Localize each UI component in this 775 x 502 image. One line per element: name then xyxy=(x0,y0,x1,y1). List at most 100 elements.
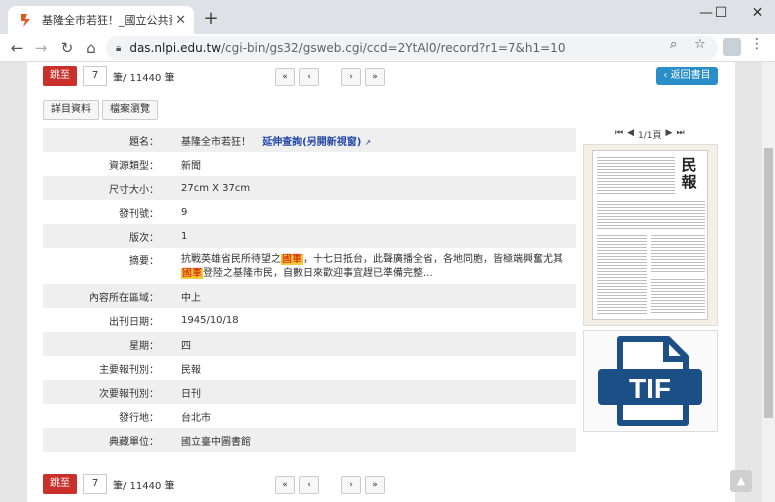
page-number-input[interactable]: 7 xyxy=(83,474,107,494)
prev-page-button[interactable]: ‹ xyxy=(299,68,319,86)
next-image-icon[interactable]: ▶ xyxy=(666,128,673,141)
zoom-icon[interactable]: ⌕ xyxy=(670,37,677,52)
scrollbar-thumb[interactable] xyxy=(764,148,773,418)
field-value: 中上 xyxy=(181,292,201,304)
scroll-to-top-button[interactable]: ▲ xyxy=(730,470,752,492)
forward-arrow-icon[interactable]: → xyxy=(30,37,52,59)
extension-icon[interactable] xyxy=(723,38,741,56)
field-label: 出刊日期： xyxy=(109,316,159,328)
extended-search-link[interactable]: 延伸查詢(另開新視窗) xyxy=(262,137,361,148)
tab-strip: 基隆全市若狂！_國立公共資訊圖 ✕ + — ☐ ✕ xyxy=(0,0,775,34)
reload-icon[interactable]: ↻ xyxy=(56,37,78,59)
top-nav-buttons: « ‹ › » xyxy=(275,68,389,86)
abstract-text: 登陸之基隆市民，自數日來歡迎事宜趕已準備完整... xyxy=(203,268,433,279)
jump-button[interactable]: 跳至 xyxy=(43,66,77,86)
back-label: 返回書目 xyxy=(670,70,711,81)
table-row: 典藏單位： 國立臺中圖書館 xyxy=(43,428,576,452)
url-text: das.nlpi.edu.tw/cgi-bin/gs32/gsweb.cgi/c… xyxy=(129,41,566,55)
external-link-icon: ↗ xyxy=(364,137,372,147)
table-row: 尺寸大小： 27cm X 37cm xyxy=(43,176,576,200)
search-highlight: 國軍 xyxy=(181,268,203,279)
table-row: 題名： 基隆全市若狂！ 延伸查詢(另開新視窗) ↗ xyxy=(43,128,576,152)
record-total: 筆/ 11440 筆 xyxy=(113,72,175,84)
field-label: 次要報刊別： xyxy=(99,388,159,400)
abstract-text: ，十七日抵台，此聲廣播全省，各地同胞，皆極端興奮尤其 xyxy=(303,254,563,265)
field-value: 民報 xyxy=(181,364,201,376)
field-label: 主要報刊別： xyxy=(99,364,159,376)
back-to-list-button[interactable]: ‹ 返回書目 xyxy=(656,67,718,85)
next-page-button[interactable]: › xyxy=(341,476,361,494)
newspaper-thumbnail[interactable]: 民報 xyxy=(592,150,708,320)
image-page-indicator: 1/1頁 xyxy=(638,131,662,141)
top-pager: 跳至 7 筆/ 11440 筆 xyxy=(43,66,175,86)
field-value: 基隆全市若狂！ 延伸查詢(另開新視窗) ↗ xyxy=(171,128,576,152)
home-icon[interactable]: ⌂ xyxy=(80,37,102,59)
table-row: 次要報刊別： 日刊 xyxy=(43,380,576,404)
field-value: 27cm X 37cm xyxy=(181,182,251,194)
record-metadata-table: 題名： 基隆全市若狂！ 延伸查詢(另開新視窗) ↗ 資源類型： 新聞 尺寸大小： 2… xyxy=(43,128,576,452)
page-viewport: 跳至 7 筆/ 11440 筆 « ‹ › » ‹ 返回書目 詳目資料 檔案瀏覽… xyxy=(0,62,762,502)
close-window-button[interactable]: ✕ xyxy=(740,0,775,28)
field-label: 摘要： xyxy=(129,256,159,267)
browser-tab[interactable]: 基隆全市若狂！_國立公共資訊圖 ✕ xyxy=(8,6,194,34)
page-number-input[interactable]: 7 xyxy=(83,66,107,86)
lock-icon: 🔒︎ xyxy=(116,42,122,54)
jump-button[interactable]: 跳至 xyxy=(43,474,77,494)
last-image-icon[interactable]: ⏭ xyxy=(676,128,684,141)
page-scrollbar[interactable] xyxy=(762,62,775,502)
table-row: 主要報刊別： 民報 xyxy=(43,356,576,380)
field-label: 題名： xyxy=(129,136,159,148)
last-page-button[interactable]: » xyxy=(365,68,385,86)
prev-page-button[interactable]: ‹ xyxy=(299,476,319,494)
abstract-text: 抗戰英雄省民所待望之 xyxy=(181,254,281,265)
title-value: 基隆全市若狂！ xyxy=(181,136,251,148)
chrome-menu-icon[interactable]: ⋮ xyxy=(750,36,764,52)
field-value: 四 xyxy=(181,340,191,352)
table-row: 發行地： 台北市 xyxy=(43,404,576,428)
field-value: 9 xyxy=(181,206,188,218)
field-value: 1 xyxy=(181,230,188,242)
field-label: 尺寸大小： xyxy=(109,184,159,196)
last-page-button[interactable]: » xyxy=(365,476,385,494)
table-row: 出刊日期： 1945/10/18 xyxy=(43,308,576,332)
field-label: 典藏單位： xyxy=(109,436,159,448)
browser-toolbar: ← → ↻ ⌂ 🔒︎ das.nlpi.edu.tw/cgi-bin/gs32/… xyxy=(0,34,775,62)
first-image-icon[interactable]: ⏮ xyxy=(615,128,623,141)
field-label: 資源類型： xyxy=(109,160,159,172)
field-label: 版次： xyxy=(129,232,159,244)
first-page-button[interactable]: « xyxy=(275,68,295,86)
image-pager: ⏮ ◀ 1/1頁 ▶ ⏭ xyxy=(615,128,685,141)
site-favicon-icon xyxy=(21,14,30,27)
tif-file-icon[interactable]: TIF xyxy=(594,335,706,427)
address-bar[interactable]: 🔒︎ das.nlpi.edu.tw/cgi-bin/gs32/gsweb.cg… xyxy=(106,36,718,60)
table-row: 摘要： 抗戰英雄省民所待望之國軍，十七日抵台，此聲廣播全省，各地同胞，皆極端興奮… xyxy=(43,248,576,284)
field-value: 新聞 xyxy=(181,160,201,172)
field-value: 1945/10/18 xyxy=(181,314,239,326)
bottom-pager: 跳至 7 筆/ 11440 筆 xyxy=(43,474,175,494)
record-panel: 跳至 7 筆/ 11440 筆 « ‹ › » ‹ 返回書目 詳目資料 檔案瀏覽… xyxy=(27,62,735,502)
table-row: 內容所在區域： 中上 xyxy=(43,284,576,308)
tif-label: TIF xyxy=(629,373,671,404)
bookmark-star-icon[interactable]: ☆ xyxy=(694,37,706,52)
abstract-value: 抗戰英雄省民所待望之國軍，十七日抵台，此聲廣播全省，各地同胞，皆極端興奮尤其國軍… xyxy=(171,248,576,284)
back-arrow-icon[interactable]: ← xyxy=(6,37,28,59)
field-value: 日刊 xyxy=(181,388,201,400)
maximize-button[interactable]: ☐ xyxy=(706,0,736,28)
tab-title: 基隆全市若狂！_國立公共資訊圖 xyxy=(42,14,172,27)
record-total: 筆/ 11440 筆 xyxy=(113,480,175,492)
first-page-button[interactable]: « xyxy=(275,476,295,494)
field-label: 發刊號： xyxy=(119,208,159,220)
bottom-nav-buttons: « ‹ › » xyxy=(275,476,389,494)
table-row: 資源類型： 新聞 xyxy=(43,152,576,176)
tab-detail[interactable]: 詳目資料 xyxy=(43,100,99,120)
search-highlight: 國軍 xyxy=(281,254,303,265)
next-page-button[interactable]: › xyxy=(341,68,361,86)
table-row: 版次： 1 xyxy=(43,224,576,248)
field-value: 國立臺中圖書館 xyxy=(181,436,251,448)
table-row: 發刊號： 9 xyxy=(43,200,576,224)
prev-image-icon[interactable]: ◀ xyxy=(627,128,634,141)
tab-file-browse[interactable]: 檔案瀏覽 xyxy=(102,100,158,120)
new-tab-button[interactable]: + xyxy=(200,8,222,30)
field-value: 台北市 xyxy=(181,412,211,424)
tab-close-icon[interactable]: ✕ xyxy=(175,13,186,28)
